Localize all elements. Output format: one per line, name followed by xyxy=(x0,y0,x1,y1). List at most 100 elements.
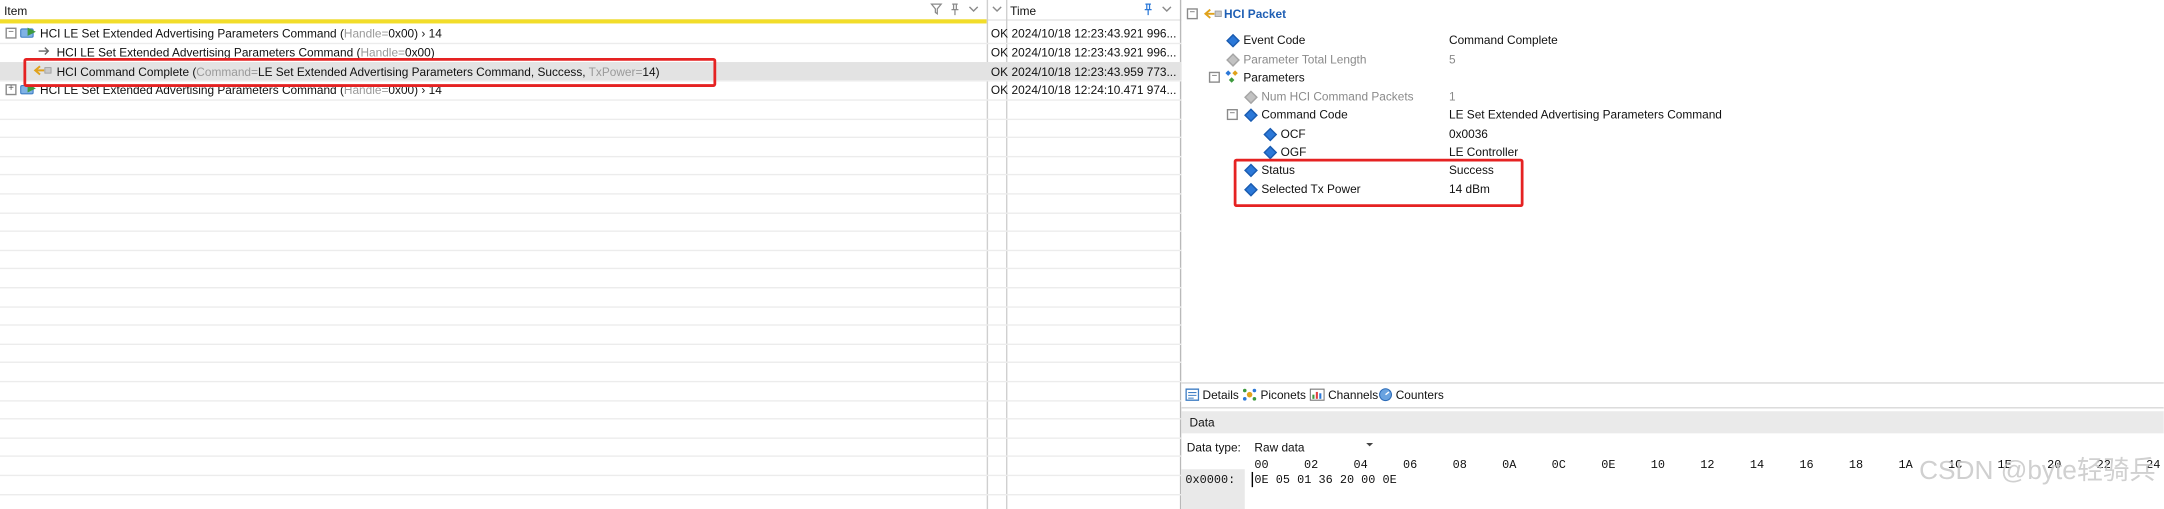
empty-row xyxy=(0,287,1182,308)
pin-icon[interactable] xyxy=(1143,3,1154,21)
field-icon xyxy=(1226,33,1240,48)
empty-row xyxy=(0,418,1182,439)
packet-status: OK xyxy=(990,45,1008,60)
pin-icon[interactable] xyxy=(949,3,960,21)
empty-row xyxy=(0,99,1182,120)
packet-status: OK xyxy=(990,64,1008,78)
tree-node-parameters[interactable]: − Parameters xyxy=(1181,69,2164,87)
hex-offset-label: 14 xyxy=(1749,458,1765,472)
app-window: Item Time − HCI LE Set Extended Advertis… xyxy=(0,0,2164,509)
empty-row xyxy=(0,475,1182,495)
data-panel-title: Data xyxy=(1189,415,1215,430)
counters-icon xyxy=(1379,388,1393,405)
hex-offset-label: 18 xyxy=(1848,458,1864,472)
filter-icon[interactable] xyxy=(930,3,943,20)
hci-command-icon xyxy=(19,25,38,43)
data-type-select[interactable]: Raw data xyxy=(1250,436,1377,454)
empty-row xyxy=(0,456,1182,477)
hex-bytes: 0E 05 01 36 20 00 0E xyxy=(1254,473,1397,488)
packet-time: 2024/10/18 12:24:10.471 974... xyxy=(1011,82,1177,97)
hex-offset-label: 06 xyxy=(1403,458,1418,472)
column-header-time[interactable]: Time xyxy=(1006,0,1182,21)
data-panel-header: Data xyxy=(1181,411,2164,434)
packet-time: 2024/10/18 12:23:43.921 996... xyxy=(1011,26,1177,41)
tab-details[interactable]: Details xyxy=(1185,387,1239,405)
field-icon xyxy=(1226,52,1240,67)
field-row[interactable]: Event Code Command Complete xyxy=(1181,32,2164,50)
hex-offset-label: 0E xyxy=(1601,458,1616,472)
hex-offset-label: 1A xyxy=(1898,458,1913,472)
column-header-time-label: Time xyxy=(1010,4,1037,18)
collapse-icon[interactable]: − xyxy=(1186,8,1198,20)
empty-row xyxy=(0,362,1182,383)
watermark: CSDN @byte轻骑兵 xyxy=(1919,456,2156,486)
column-header-item[interactable]: Item xyxy=(0,0,987,21)
field-value: LE Controller xyxy=(1449,144,1519,159)
field-value: Command Complete xyxy=(1449,33,1558,47)
hex-offset-label: 0C xyxy=(1551,458,1566,472)
packet-list-pane: Item Time − HCI LE Set Extended Advertis… xyxy=(0,0,1182,509)
column-header-item-label: Item xyxy=(4,4,28,18)
empty-row xyxy=(0,400,1182,420)
text-cursor xyxy=(1251,471,1254,488)
hex-offset-label: 00 xyxy=(1254,458,1269,472)
data-type-value: Raw data xyxy=(1254,440,1305,455)
field-icon xyxy=(1244,89,1258,104)
empty-row xyxy=(0,156,1182,176)
event-return-icon xyxy=(1203,7,1222,24)
tab-channels[interactable]: Channels xyxy=(1309,388,1378,405)
empty-row xyxy=(0,193,1182,214)
empty-row xyxy=(0,325,1182,345)
chevron-down-icon[interactable] xyxy=(967,3,979,20)
data-type-label: Data type: xyxy=(1186,440,1241,455)
collapse-icon[interactable]: − xyxy=(1208,71,1220,83)
hex-offset-label: 10 xyxy=(1650,458,1665,472)
tab-piconets[interactable]: Piconets xyxy=(1242,388,1306,405)
field-value: 5 xyxy=(1449,51,1456,66)
collapse-icon[interactable]: − xyxy=(1226,109,1238,121)
hex-offset-label: 16 xyxy=(1799,458,1814,472)
packet-summary: HCI LE Set Extended Advertising Paramete… xyxy=(40,26,442,41)
field-row[interactable]: OCF 0x0036 xyxy=(1181,125,2164,143)
piconets-icon xyxy=(1242,388,1257,405)
packet-status: OK xyxy=(990,82,1008,97)
empty-row xyxy=(0,137,1182,158)
empty-row xyxy=(0,437,1182,458)
hex-offset-label: 0A xyxy=(1502,458,1517,472)
field-value: 1 xyxy=(1449,89,1456,103)
annotation-highlight-box xyxy=(23,57,717,87)
dropdown-arrow-icon xyxy=(1365,439,1375,453)
details-icon xyxy=(1185,388,1200,405)
field-label: OCF xyxy=(1280,126,1306,141)
details-pane: − HCI Packet Event Code Command Complete… xyxy=(1181,0,2164,509)
packet-row[interactable]: − HCI LE Set Extended Advertising Parame… xyxy=(0,23,1182,44)
tab-counters[interactable]: Counters xyxy=(1379,388,1444,405)
chevron-down-icon[interactable] xyxy=(1161,3,1173,20)
empty-row xyxy=(0,493,1181,509)
annotation-highlight-box xyxy=(1233,158,1524,207)
field-icon xyxy=(1244,108,1258,123)
field-row[interactable]: Num HCI Command Packets 1 xyxy=(1181,88,2164,106)
empty-row xyxy=(0,381,1182,402)
field-row[interactable]: Parameter Total Length 5 xyxy=(1181,50,2164,68)
hex-offset-label: 12 xyxy=(1700,458,1715,472)
collapse-icon[interactable]: − xyxy=(5,27,17,39)
expand-icon[interactable]: + xyxy=(5,84,17,96)
field-label: Num HCI Command Packets xyxy=(1261,89,1414,103)
field-icon xyxy=(1263,127,1278,141)
column-header-status[interactable] xyxy=(986,0,1007,21)
packet-title: HCI Packet xyxy=(1224,6,1287,21)
field-icon xyxy=(1263,145,1278,160)
packet-status: OK xyxy=(990,26,1008,41)
channels-icon xyxy=(1309,388,1325,405)
parameters-group-icon xyxy=(1224,69,1241,87)
hex-offset-label: 08 xyxy=(1452,458,1467,472)
empty-row xyxy=(0,306,1182,326)
empty-row xyxy=(0,212,1182,233)
field-value: 0x0036 xyxy=(1449,126,1488,141)
field-label: Command Code xyxy=(1261,107,1348,122)
chevron-down-icon[interactable] xyxy=(991,3,1003,20)
bottom-tab-bar: Details Piconets Channels Counters xyxy=(1181,382,2164,409)
hex-address: 0x0000: xyxy=(1185,473,1236,488)
tree-node-command-code[interactable]: − Command Code LE Set Extended Advertisi… xyxy=(1181,106,2164,124)
